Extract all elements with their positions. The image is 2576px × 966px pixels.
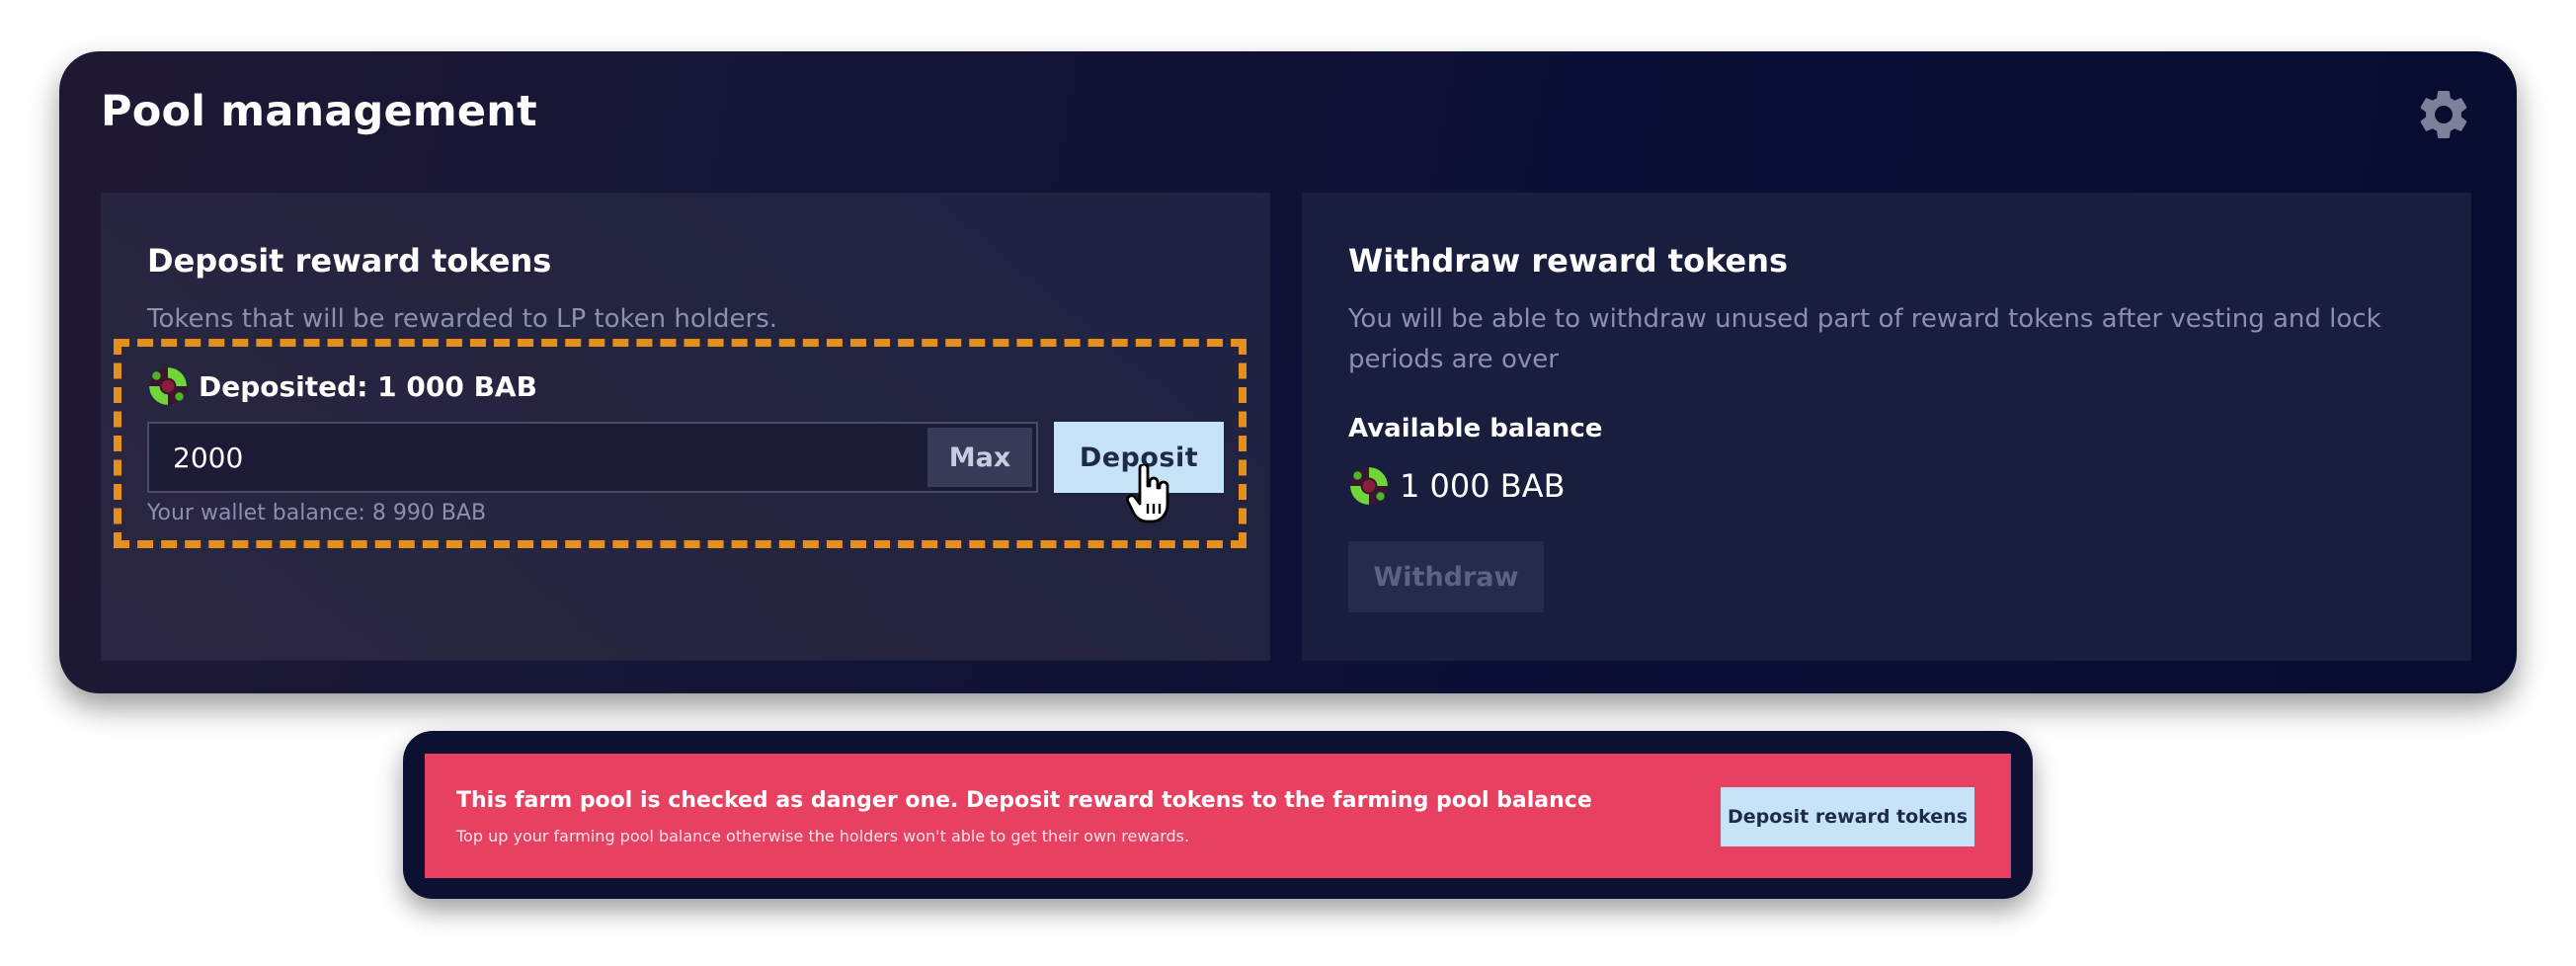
hand-cursor-icon: [1126, 464, 1169, 523]
amount-field: Max: [147, 422, 1038, 493]
deposit-card-description: Tokens that will be rewarded to LP token…: [147, 304, 778, 334]
withdraw-button[interactable]: Withdraw: [1348, 541, 1544, 612]
banner-subtitle: Top up your farming pool balance otherwi…: [456, 827, 1190, 845]
banner-title: This farm pool is checked as danger one.…: [456, 788, 1592, 813]
bab-token-icon: [1350, 467, 1388, 505]
available-balance: 1 000 BAB: [1348, 463, 1566, 509]
max-button[interactable]: Max: [927, 428, 1032, 487]
withdraw-card-title: Withdraw reward tokens: [1348, 242, 1789, 280]
deposited-amount: Deposited: 1 000 BAB: [147, 365, 537, 407]
danger-banner-frame: This farm pool is checked as danger one.…: [403, 731, 2033, 899]
available-balance-amount: 1 000 BAB: [1400, 467, 1566, 505]
deposited-text: Deposited: 1 000 BAB: [199, 369, 537, 403]
withdraw-card: Withdraw reward tokens You will be able …: [1302, 193, 2471, 661]
withdraw-card-description: You will be able to withdraw unused part…: [1348, 304, 2381, 374]
gear-icon[interactable]: [2414, 85, 2473, 144]
pool-management-panel: Pool management Deposit reward tokens To…: [59, 51, 2517, 693]
deposit-card-title: Deposit reward tokens: [147, 242, 552, 280]
danger-banner: This farm pool is checked as danger one.…: [425, 754, 2011, 878]
bab-token-icon: [149, 367, 187, 405]
amount-input[interactable]: [149, 424, 929, 491]
wallet-balance: Your wallet balance: 8 990 BAB: [147, 501, 487, 525]
available-balance-label: Available balance: [1348, 414, 1603, 443]
deposit-reward-tokens-button[interactable]: Deposit reward tokens: [1721, 787, 1974, 846]
page-title: Pool management: [101, 87, 537, 136]
deposit-card: Deposit reward tokens Tokens that will b…: [101, 193, 1270, 661]
